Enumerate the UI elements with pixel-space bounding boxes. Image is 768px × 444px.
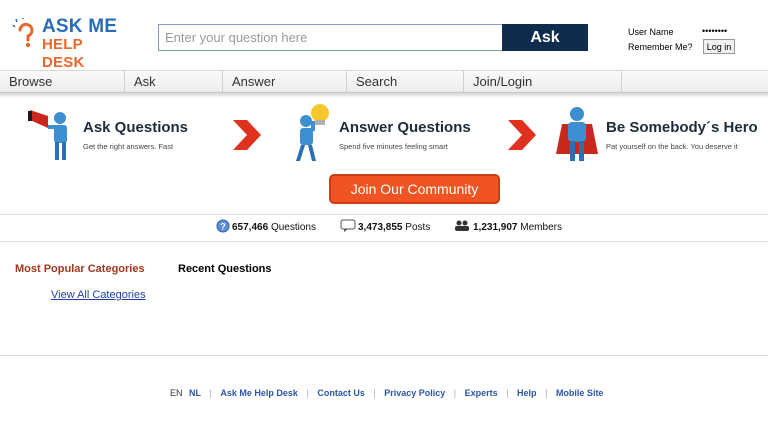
logo-line-1: ASK ME	[42, 16, 118, 37]
footer-separator: |	[453, 388, 457, 398]
logo-line-2: HELP DESK	[42, 36, 85, 71]
stat-posts: 3,473,855 Posts	[358, 222, 430, 233]
footer-link-contact-us[interactable]: Contact Us	[317, 388, 365, 398]
feature-hero-title: Be Somebody´s Hero	[606, 119, 758, 136]
posts-count: 3,473,855	[358, 222, 403, 233]
most-popular-categories-heading[interactable]: Most Popular Categories	[15, 263, 145, 275]
nav-search[interactable]: Search	[347, 71, 464, 92]
log-in-button[interactable]: Log in	[703, 39, 735, 54]
superhero-person-icon	[556, 107, 598, 161]
feature-answer-subtitle: Spend five minutes feeling smart	[339, 142, 448, 151]
footer-link-ask-me-help-desk[interactable]: Ask Me Help Desk	[220, 388, 298, 398]
nav-shadow	[0, 93, 768, 98]
question-globe-icon: ?	[216, 219, 230, 233]
footer-link-mobile-site[interactable]: Mobile Site	[556, 388, 604, 398]
questions-count: 657,466	[232, 222, 269, 233]
main-nav: Browse Ask Answer Search Join/Login	[0, 70, 768, 93]
stat-members: 1,231,907 Members	[473, 222, 562, 233]
question-search-input[interactable]	[158, 24, 503, 51]
feature-ask-subtitle: Get the right answers. Fast	[83, 142, 174, 151]
stats-bar: ? 657,466 Questions 3,473,855 Posts 1,23…	[0, 214, 768, 242]
lang-en[interactable]: EN	[170, 388, 183, 398]
footer-separator: |	[373, 388, 376, 398]
footer-separator: |	[545, 388, 548, 398]
footer-separator: |	[209, 388, 212, 398]
join-community-button[interactable]: Join Our Community	[329, 174, 500, 204]
footer: EN NL | Ask Me Help Desk | Contact Us | …	[170, 388, 603, 398]
members-count: 1,231,907	[473, 222, 518, 233]
footer-divider	[0, 355, 768, 356]
nav-ask[interactable]: Ask	[125, 71, 223, 92]
lightbulb-question-icon	[12, 18, 34, 48]
feature-answer-title: Answer Questions	[339, 119, 471, 136]
footer-link-privacy-policy[interactable]: Privacy Policy	[384, 388, 445, 398]
posts-label: Posts	[405, 222, 431, 233]
logo-wordmark: ASK ME HELP DESK	[42, 16, 122, 72]
feature-ask-title: Ask Questions	[83, 119, 189, 136]
questions-label: Questions	[270, 222, 316, 233]
lightbulb-person-icon	[296, 104, 329, 161]
feature-hero-subtitle: Pat yourself on the back. You deserve it	[606, 142, 738, 151]
footer-separator: |	[306, 388, 309, 398]
password-field[interactable]	[702, 25, 762, 37]
chevron-right-icon	[233, 120, 261, 150]
footer-link-experts[interactable]: Experts	[465, 388, 498, 398]
members-label: Members	[520, 222, 562, 233]
members-icon	[455, 220, 469, 231]
speech-bubble-icon	[340, 219, 356, 232]
chevron-right-icon	[508, 120, 536, 150]
footer-link-help[interactable]: Help	[517, 388, 537, 398]
site-logo[interactable]: ASK ME HELP DESK	[12, 16, 122, 71]
remember-me-label[interactable]: Remember Me?	[628, 42, 693, 52]
recent-questions-heading[interactable]: Recent Questions	[178, 263, 272, 275]
footer-separator: |	[506, 388, 509, 398]
nav-join-login[interactable]: Join/Login	[464, 71, 622, 92]
svg-text:?: ?	[220, 222, 226, 232]
view-all-categories-link[interactable]: View All Categories	[51, 289, 146, 301]
nav-browse[interactable]: Browse	[0, 71, 125, 92]
lang-nl[interactable]: NL	[189, 388, 201, 398]
stat-questions: 657,466 Questions	[232, 222, 316, 233]
nav-answer[interactable]: Answer	[223, 71, 347, 92]
ask-button[interactable]: Ask	[502, 24, 588, 51]
megaphone-person-icon	[28, 110, 67, 160]
user-name-label: User Name	[628, 27, 674, 37]
